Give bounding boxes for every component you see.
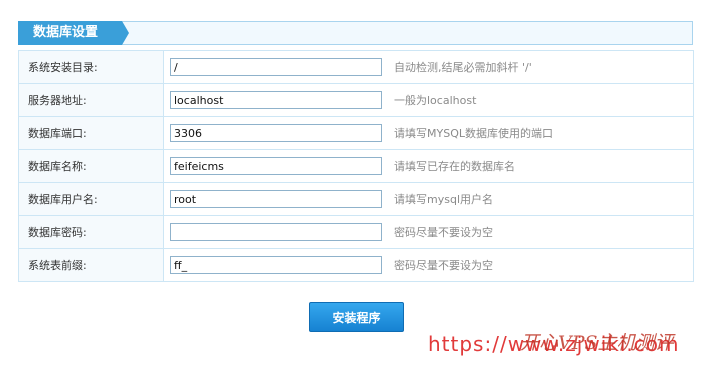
server-address-hint: 一般为localhost <box>394 94 477 107</box>
install-dir-label: 系统安装目录: <box>18 50 164 84</box>
database-settings-form: 系统安装目录: 自动检测,结尾必需加斜杆 '/' 服务器地址: 一般为local… <box>18 50 694 282</box>
panel-title-tab: 数据库设置 <box>18 21 129 45</box>
db-name-input[interactable] <box>170 157 382 175</box>
db-user-input[interactable] <box>170 190 382 208</box>
table-prefix-input[interactable] <box>170 256 382 274</box>
db-password-input[interactable] <box>170 223 382 241</box>
db-user-hint: 请填写mysql用户名 <box>394 193 493 206</box>
form-row-server-address: 服务器地址: 一般为localhost <box>18 83 694 117</box>
table-prefix-label: 系统表前缀: <box>18 248 164 282</box>
table-prefix-hint: 密码尽量不要设为空 <box>394 259 493 272</box>
form-row-install-dir: 系统安装目录: 自动检测,结尾必需加斜杆 '/' <box>18 50 694 84</box>
form-row-db-name: 数据库名称: 请填写已存在的数据库名 <box>18 149 694 183</box>
panel-header: 数据库设置 <box>18 21 693 45</box>
server-address-label: 服务器地址: <box>18 83 164 117</box>
form-row-db-password: 数据库密码: 密码尽量不要设为空 <box>18 215 694 249</box>
db-name-label: 数据库名称: <box>18 149 164 183</box>
db-name-hint: 请填写已存在的数据库名 <box>394 160 515 173</box>
form-row-db-user: 数据库用户名: 请填写mysql用户名 <box>18 182 694 216</box>
form-row-table-prefix: 系统表前缀: 密码尽量不要设为空 <box>18 248 694 282</box>
install-button[interactable]: 安装程序 <box>309 302 404 332</box>
db-password-label: 数据库密码: <box>18 215 164 249</box>
watermark-overlay: 开心VPS主机测评 <box>520 332 674 354</box>
form-row-db-port: 数据库端口: 请填写MYSQL数据库使用的端口 <box>18 116 694 150</box>
db-port-input[interactable] <box>170 124 382 142</box>
db-password-hint: 密码尽量不要设为空 <box>394 226 493 239</box>
install-dir-input[interactable] <box>170 58 382 76</box>
db-port-hint: 请填写MYSQL数据库使用的端口 <box>394 127 553 140</box>
db-port-label: 数据库端口: <box>18 116 164 150</box>
install-dir-hint: 自动检测,结尾必需加斜杆 '/' <box>394 61 532 74</box>
server-address-input[interactable] <box>170 91 382 109</box>
db-user-label: 数据库用户名: <box>18 182 164 216</box>
panel-title: 数据库设置 <box>33 25 99 40</box>
